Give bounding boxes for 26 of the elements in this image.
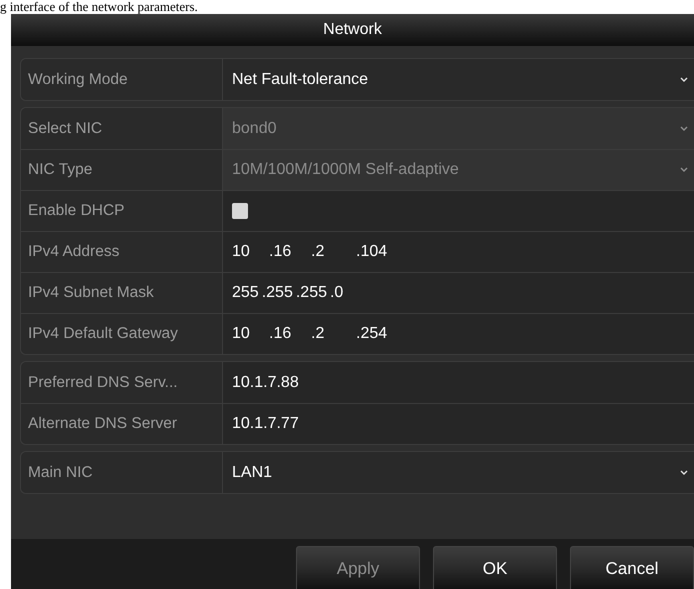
- ip-address-field[interactable]: 255 .255 .255 .0: [223, 273, 694, 313]
- dialog-button[interactable]: OK: [433, 546, 557, 589]
- chevron-down-icon: [680, 76, 688, 82]
- field-label: IPv4 Default Gateway: [28, 324, 178, 344]
- chevron-down-icon: [680, 470, 688, 476]
- chevron-down-icon: [680, 167, 688, 173]
- ip-address-field[interactable]: 10 .16 .2 .104: [223, 232, 694, 272]
- chevron-down-icon: [680, 126, 688, 132]
- field-label: Preferred DNS Serv...: [28, 372, 178, 393]
- field-label: Enable DHCP: [28, 201, 124, 222]
- ip-address-field[interactable]: 10 .16 .2 .254: [223, 314, 694, 354]
- field-label: Select NIC: [28, 118, 102, 139]
- dropdown[interactable]: LAN1: [223, 452, 694, 493]
- text-field[interactable]: 10.1.7.88: [232, 370, 299, 394]
- field-label: IPv4 Address: [28, 242, 120, 262]
- window-title: Network: [323, 20, 382, 40]
- checkbox[interactable]: [232, 203, 248, 219]
- field-label: NIC Type: [28, 160, 92, 180]
- field-label: Main NIC: [28, 462, 93, 483]
- field-label: Working Mode: [28, 70, 128, 90]
- text-field[interactable]: 10.1.7.77: [232, 412, 299, 436]
- caption: g interface of the network parameters.: [0, 0, 198, 14]
- dropdown[interactable]: Net Fault-tolerance: [223, 59, 694, 100]
- field-label: IPv4 Subnet Mask: [28, 283, 154, 304]
- field-label: Alternate DNS Server: [28, 414, 178, 434]
- dialog-button[interactable]: Cancel: [570, 546, 694, 589]
